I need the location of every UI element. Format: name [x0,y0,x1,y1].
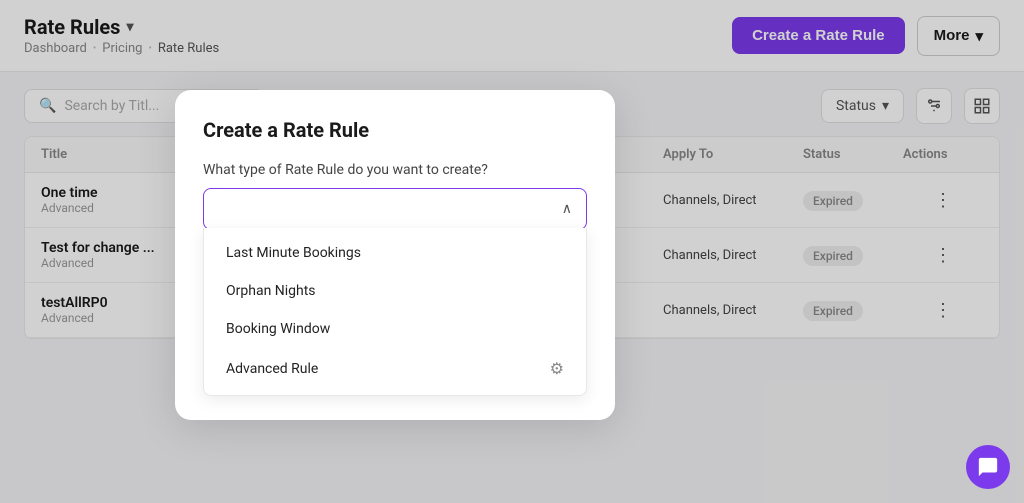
dropdown-item-last-minute[interactable]: Last Minute Bookings [204,234,586,272]
dropdown-item-label: Last Minute Bookings [226,245,361,261]
modal-type-select[interactable]: ∧ [203,188,587,230]
dropdown-item-advanced-rule[interactable]: Advanced Rule ⚙ [204,348,586,389]
dropdown-item-label: Booking Window [226,321,330,337]
dropdown-list: Last Minute Bookings Orphan Nights Booki… [203,228,587,396]
dropdown-item-label: Advanced Rule [226,361,318,377]
modal-question: What type of Rate Rule do you want to cr… [203,162,587,178]
chat-bubble-button[interactable] [966,445,1010,489]
create-rate-rule-modal: Create a Rate Rule What type of Rate Rul… [175,90,615,420]
gear-icon: ⚙ [550,359,564,378]
dropdown-item-orphan[interactable]: Orphan Nights [204,272,586,310]
dropdown-item-label: Orphan Nights [226,283,316,299]
dropdown-item-booking-window[interactable]: Booking Window [204,310,586,348]
modal-title: Create a Rate Rule [203,118,587,142]
modal-select-chevron-icon: ∧ [562,201,572,217]
